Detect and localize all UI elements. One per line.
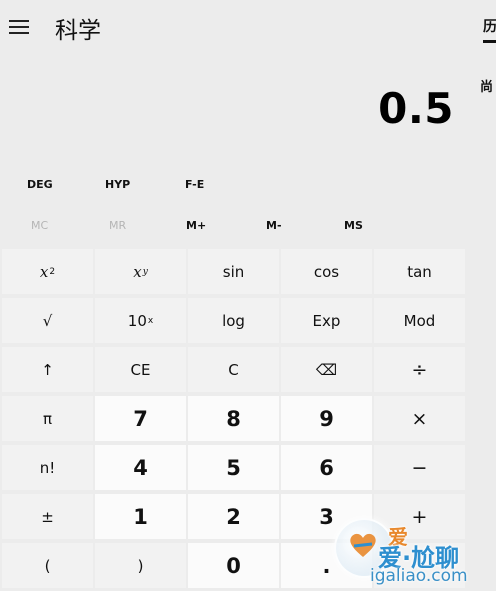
- digit-8-label: 8: [226, 406, 241, 431]
- digit-4-button[interactable]: 4: [95, 445, 186, 490]
- m-plus-button[interactable]: M+: [186, 219, 206, 232]
- keypad: x2 xy sin cos tan √ 10 x log Exp Mod ↑ CE…: [2, 249, 465, 591]
- tab-history[interactable]: 历: [483, 16, 496, 36]
- tan-label: tan: [407, 262, 432, 281]
- negate-button[interactable]: ±: [2, 494, 93, 539]
- ce-button[interactable]: CE: [95, 347, 186, 392]
- shift-button[interactable]: ↑: [2, 347, 93, 392]
- pi-button[interactable]: π: [2, 396, 93, 441]
- minus-button[interactable]: −: [374, 445, 465, 490]
- digit-2-label: 2: [226, 504, 241, 529]
- log-button[interactable]: log: [188, 298, 279, 343]
- title-bar: 科学: [0, 0, 476, 56]
- tab-underline: [483, 40, 496, 43]
- fe-button[interactable]: F-E: [185, 178, 204, 191]
- digit-9-label: 9: [319, 406, 334, 431]
- digit-9-button[interactable]: 9: [281, 396, 372, 441]
- multiply-button[interactable]: ×: [374, 396, 465, 441]
- digit-7-button[interactable]: 7: [95, 396, 186, 441]
- digit-6-button[interactable]: 6: [281, 445, 372, 490]
- mc-button[interactable]: MC: [31, 219, 48, 232]
- hamburger-icon[interactable]: [9, 18, 31, 36]
- exp-button[interactable]: Exp: [281, 298, 372, 343]
- sin-label: sin: [222, 262, 245, 281]
- cos-button[interactable]: cos: [281, 249, 372, 294]
- power-label: x: [133, 262, 142, 281]
- ce-label: CE: [130, 360, 151, 379]
- cos-label: cos: [313, 262, 340, 281]
- power-exponent: y: [142, 266, 148, 277]
- pi-label: π: [42, 409, 53, 428]
- negate-label: ±: [41, 507, 54, 526]
- left-paren-label: (: [44, 556, 51, 575]
- equals-button[interactable]: [374, 543, 465, 588]
- plus-icon: +: [411, 505, 428, 528]
- ten-power-label: 10: [127, 311, 147, 330]
- sqrt-label: √: [42, 311, 53, 330]
- digit-8-button[interactable]: 8: [188, 396, 279, 441]
- decimal-label: .: [322, 553, 331, 578]
- digit-7-label: 7: [133, 406, 148, 431]
- digit-5-label: 5: [226, 455, 241, 480]
- memory-row: MC MR M+ M- MS: [0, 219, 470, 239]
- plus-button[interactable]: +: [374, 494, 465, 539]
- result-display: 0.5: [378, 84, 454, 133]
- left-paren-button[interactable]: (: [2, 543, 93, 588]
- right-paren-label: ): [137, 556, 144, 575]
- hyp-button[interactable]: HYP: [105, 178, 130, 191]
- power-button[interactable]: xy: [95, 249, 186, 294]
- history-panel: 历 尚: [476, 0, 496, 591]
- ms-button[interactable]: MS: [344, 219, 363, 232]
- digit-0-label: 0: [226, 553, 241, 578]
- digit-0-button[interactable]: 0: [188, 543, 279, 588]
- backspace-icon: ⌫: [315, 360, 338, 379]
- backspace-button[interactable]: ⌫: [281, 347, 372, 392]
- digit-3-button[interactable]: 3: [281, 494, 372, 539]
- page-title: 科学: [55, 18, 101, 44]
- divide-icon: ÷: [411, 358, 428, 381]
- clear-button[interactable]: C: [188, 347, 279, 392]
- digit-2-button[interactable]: 2: [188, 494, 279, 539]
- square-button[interactable]: x2: [2, 249, 93, 294]
- digit-1-label: 1: [133, 504, 148, 529]
- digit-4-label: 4: [133, 455, 148, 480]
- mod-label: Mod: [403, 311, 436, 330]
- divide-button[interactable]: ÷: [374, 347, 465, 392]
- factorial-button[interactable]: n!: [2, 445, 93, 490]
- square-exponent: 2: [49, 266, 56, 277]
- log-label: log: [222, 311, 245, 330]
- mode-row: DEG HYP F-E: [0, 178, 470, 198]
- square-label: x: [39, 262, 49, 281]
- mr-button[interactable]: MR: [109, 219, 126, 232]
- digit-1-button[interactable]: 1: [95, 494, 186, 539]
- decimal-button[interactable]: .: [281, 543, 372, 588]
- right-paren-button[interactable]: ): [95, 543, 186, 588]
- digit-6-label: 6: [319, 455, 334, 480]
- exp-label: Exp: [312, 311, 341, 330]
- ten-power-button[interactable]: 10 x: [95, 298, 186, 343]
- up-arrow-icon: ↑: [41, 360, 54, 379]
- m-minus-button[interactable]: M-: [266, 219, 282, 232]
- mod-button[interactable]: Mod: [374, 298, 465, 343]
- tan-button[interactable]: tan: [374, 249, 465, 294]
- sin-button[interactable]: sin: [188, 249, 279, 294]
- factorial-label: n!: [39, 458, 56, 477]
- ten-power-exponent: x: [147, 315, 154, 326]
- deg-button[interactable]: DEG: [27, 178, 53, 191]
- clear-label: C: [228, 360, 239, 379]
- minus-icon: −: [411, 456, 428, 479]
- sqrt-button[interactable]: √: [2, 298, 93, 343]
- digit-3-label: 3: [319, 504, 334, 529]
- multiply-icon: ×: [411, 407, 428, 430]
- history-empty-text: 尚: [480, 80, 494, 95]
- digit-5-button[interactable]: 5: [188, 445, 279, 490]
